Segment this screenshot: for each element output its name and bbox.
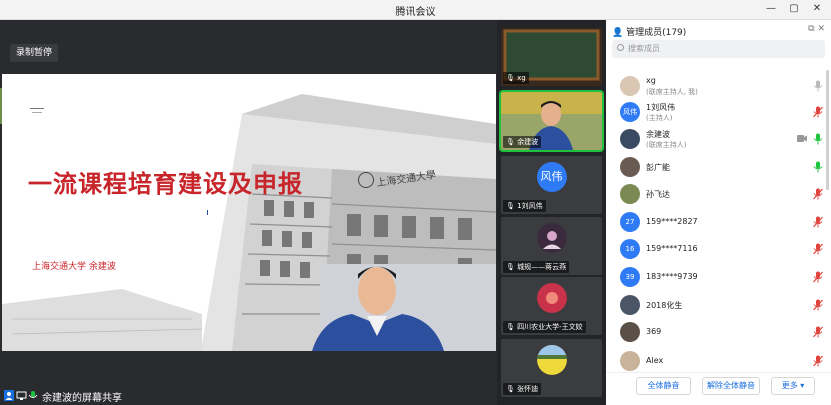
member-name: 369 xyxy=(646,327,662,336)
video-tile[interactable]: 🎙 xg xyxy=(501,28,602,86)
mic-icon[interactable] xyxy=(813,133,823,145)
members-header: 👤 管理成员(179) xyxy=(612,25,686,38)
tile-name-label: 🎙 xg xyxy=(503,72,529,84)
member-name: 1刘风伟 xyxy=(646,103,676,112)
avatar xyxy=(620,322,640,342)
close-panel-icon[interactable]: ✕ xyxy=(817,24,825,34)
camera-icon[interactable] xyxy=(797,134,807,143)
avatar xyxy=(620,129,640,149)
mic-muted-icon[interactable] xyxy=(813,271,823,283)
member-name: 孙飞达 xyxy=(646,190,670,199)
member-row[interactable]: 风伟 1刘风伟 (主持人) xyxy=(606,100,831,128)
avatar: 风伟 xyxy=(536,162,567,192)
avatar: 39 xyxy=(620,267,640,287)
building-illustration xyxy=(2,94,496,351)
member-search-input[interactable]: 搜索成员 xyxy=(612,40,825,58)
members-panel: 👤 管理成员(179) ⧉ ✕ 搜索成员 xg (联席主持人, 我) 风伟 1刘风伟 (… xyxy=(606,20,831,405)
maximize-icon[interactable]: ▢ xyxy=(786,2,802,16)
video-tile[interactable]: 风伟 🎙 1刘风伟 xyxy=(501,156,602,214)
window-title: 腾讯会议 xyxy=(395,7,436,18)
member-row[interactable]: 27 159****2827 xyxy=(606,210,831,238)
tile-name-label: 🎙 四川农业大学-王文姣 xyxy=(503,321,586,333)
video-tiles-column: 🎙 xg 🎙 余建波 风伟 🎙 1刘风伟 🎙 城规——蒋云燕 🎙 四川农业大学-… xyxy=(497,20,606,405)
member-row[interactable]: 2018化生 xyxy=(606,293,831,321)
slide-decoration-line xyxy=(30,108,44,109)
video-tile[interactable]: 🎙 张怀迪 xyxy=(501,339,602,397)
slide-decoration-line xyxy=(32,112,42,113)
more-button[interactable]: 更多 ▾ xyxy=(771,377,815,395)
title-bar: 腾讯会议 — ▢ ✕ xyxy=(0,0,831,20)
member-role: (联席主持人) xyxy=(646,141,687,149)
member-name: 159****2827 xyxy=(646,217,698,226)
member-row[interactable]: 16 159****7116 xyxy=(606,237,831,265)
mic-muted-icon[interactable] xyxy=(813,106,823,118)
member-row[interactable]: xg (联席主持人, 我) xyxy=(606,74,831,102)
avatar: 风伟 xyxy=(620,102,640,122)
member-row[interactable]: 369 xyxy=(606,320,831,348)
tile-name-label: 🎙 余建波 xyxy=(503,136,542,148)
member-row[interactable]: 孙飞达 xyxy=(606,182,831,210)
mic-muted-icon[interactable] xyxy=(813,355,823,367)
school-emblem-icon xyxy=(358,172,374,188)
text-cursor xyxy=(207,210,208,215)
tile-name-label: 🎙 张怀迪 xyxy=(503,383,542,395)
members-title: 管理成员(179) xyxy=(626,28,687,38)
avatar: 16 xyxy=(620,239,640,259)
mic-muted-icon[interactable] xyxy=(813,216,823,228)
member-name: 2018化生 xyxy=(646,301,683,310)
member-name: 余建波 xyxy=(646,130,670,139)
popout-icon[interactable]: ⧉ xyxy=(808,24,814,34)
member-row[interactable]: 彭广能 xyxy=(606,155,831,183)
search-icon xyxy=(617,44,624,51)
members-icon: 👤 xyxy=(612,28,624,38)
avatar xyxy=(536,283,567,313)
mic-muted-icon[interactable] xyxy=(813,188,823,200)
avatar xyxy=(620,157,640,177)
member-role: (联席主持人, 我) xyxy=(646,88,698,96)
avatar: 27 xyxy=(620,212,640,232)
avatar xyxy=(620,295,640,315)
mic-icon[interactable] xyxy=(813,161,823,173)
pause-recording-button[interactable]: 录制暂停 xyxy=(10,44,59,62)
shared-screen-area: 录制暂停 一流课程培育建设及申报 上海交通大学 余建波 上海交通大學 余建波的屏… xyxy=(0,20,497,405)
members-footer: 全体静音 解除全体静音 更多 ▾ xyxy=(606,372,831,405)
member-name: Alex xyxy=(646,356,664,365)
mute-all-button[interactable]: 全体静音 xyxy=(636,377,691,395)
video-tile[interactable]: 🎙 四川农业大学-王文姣 xyxy=(501,277,602,335)
member-name: xg xyxy=(646,76,656,85)
avatar xyxy=(536,223,567,253)
avatar xyxy=(536,345,567,375)
unmute-all-button[interactable]: 解除全体静音 xyxy=(702,377,760,395)
share-status-bar: 余建波的屏幕共享 xyxy=(0,386,497,405)
member-role: (主持人) xyxy=(646,114,673,122)
tile-name-label: 🎙 城规——蒋云燕 xyxy=(503,261,570,273)
member-name: 159****7116 xyxy=(646,244,698,253)
avatar xyxy=(620,76,640,96)
minimize-icon[interactable]: — xyxy=(763,2,779,16)
slide-author: 上海交通大学 余建波 xyxy=(32,262,116,272)
member-row[interactable]: 39 183****9739 xyxy=(606,265,831,293)
panel-header-controls: ⧉ ✕ xyxy=(808,24,825,34)
member-row[interactable]: 余建波 (联席主持人) xyxy=(606,127,831,155)
close-icon[interactable]: ✕ xyxy=(809,2,825,16)
mic-icon[interactable] xyxy=(813,80,823,92)
mic-muted-icon[interactable] xyxy=(813,326,823,338)
member-list-scrollbar[interactable] xyxy=(826,70,829,190)
presentation-slide: 一流课程培育建设及申报 上海交通大学 余建波 上海交通大學 xyxy=(2,74,496,351)
avatar xyxy=(620,351,640,371)
mic-muted-icon[interactable] xyxy=(813,299,823,311)
avatar xyxy=(620,184,640,204)
share-status-icons xyxy=(4,390,38,401)
tile-name-label: 🎙 1刘风伟 xyxy=(503,200,546,212)
video-tile[interactable]: 🎙 余建波 xyxy=(499,90,604,152)
mic-muted-icon[interactable] xyxy=(813,243,823,255)
slide-title: 一流课程培育建设及申报 xyxy=(28,169,303,198)
search-placeholder: 搜索成员 xyxy=(628,44,660,53)
member-name: 183****9739 xyxy=(646,272,698,281)
screen-share-label: 余建波的屏幕共享 xyxy=(42,393,122,404)
member-name: 彭广能 xyxy=(646,163,670,172)
video-tile[interactable]: 🎙 城规——蒋云燕 xyxy=(501,217,602,275)
